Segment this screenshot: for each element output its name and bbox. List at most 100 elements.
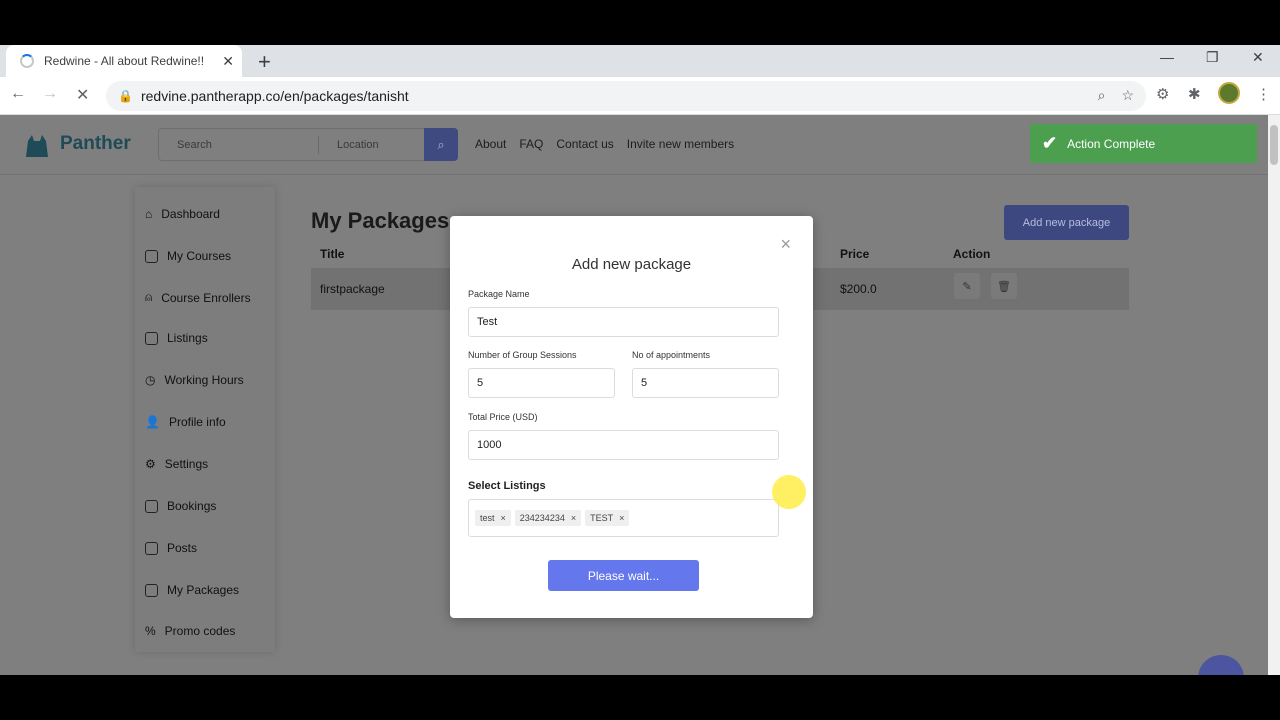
sidebar-item-course-enrollers[interactable]: ⍝ Course Enrollers	[145, 290, 251, 305]
new-tab-button[interactable]: +	[258, 49, 271, 75]
package-name-label: Package Name	[468, 289, 530, 299]
sidebar-item-settings[interactable]: ⚙ Settings	[145, 457, 208, 471]
nav-invite[interactable]: Invite new members	[627, 137, 734, 151]
package-price-cell: $200.0	[840, 282, 877, 296]
sidebar-item-promo-codes[interactable]: % Promo codes	[145, 624, 235, 638]
search-button[interactable]: ⌕	[424, 128, 458, 161]
appointments-input[interactable]: 5	[632, 368, 779, 398]
group-sessions-input[interactable]: 5	[468, 368, 615, 398]
kebab-menu-icon[interactable]: ⋮	[1256, 85, 1271, 103]
clock-icon: ◷	[145, 373, 156, 387]
sidebar-item-bookings[interactable]: Bookings	[145, 499, 216, 513]
panther-cat-icon	[26, 135, 48, 157]
checkmark-icon: ✔	[1042, 133, 1058, 153]
package-name-input[interactable]: Test	[468, 307, 779, 337]
tag-label: test	[480, 513, 495, 523]
nav-about[interactable]: About	[475, 137, 506, 151]
bookmark-star-icon[interactable]: ☆	[1121, 87, 1134, 104]
tag-remove-icon[interactable]: ×	[501, 513, 506, 523]
search-input[interactable]: Search	[159, 135, 319, 154]
clipboard-icon	[145, 499, 158, 513]
location-input[interactable]: Location	[319, 139, 424, 151]
listings-multiselect[interactable]: test × 234234234 × TEST ×	[468, 499, 779, 537]
close-window-icon[interactable]: ✕	[1252, 49, 1264, 66]
sidebar-item-posts[interactable]: Posts	[145, 541, 197, 555]
tag-label: TEST	[590, 513, 614, 523]
top-nav: About FAQ Contact us Invite new members	[475, 137, 734, 151]
sidebar-item-listings[interactable]: Listings	[145, 331, 208, 345]
nav-contact[interactable]: Contact us	[556, 137, 613, 151]
listing-tag: test ×	[475, 510, 511, 526]
success-toast: ✔ Action Complete	[1030, 124, 1257, 163]
play-icon	[145, 249, 158, 263]
sidebar-item-working-hours[interactable]: ◷ Working Hours	[145, 373, 244, 387]
pencil-icon: ✎	[962, 280, 972, 293]
close-icon[interactable]: ×	[780, 234, 791, 255]
home-icon: ⌂	[145, 207, 153, 221]
site-logo[interactable]: Panther	[22, 129, 131, 159]
stop-loading-icon[interactable]: ✕	[76, 85, 89, 105]
sidebar-item-my-packages[interactable]: My Packages	[145, 583, 239, 597]
search-icon: ⌕	[437, 136, 445, 152]
address-bar[interactable]: 🔒 redvine.pantherapp.co/en/packages/tani…	[106, 81, 1146, 111]
minimize-window-icon[interactable]: —	[1160, 49, 1174, 65]
browser-chrome: Redwine - All about Redwine!! ✕ + — ❐ ✕ …	[0, 45, 1280, 115]
video-letterbox-bottom	[0, 675, 1280, 720]
tab-close-icon[interactable]: ✕	[222, 53, 234, 70]
modal-title: Add new package	[571, 256, 692, 273]
column-header-price: Price	[840, 247, 870, 261]
browser-toolbar: ← → ✕ 🔒 redvine.pantherapp.co/en/package…	[0, 77, 1280, 115]
sidebar-item-label: Dashboard	[161, 207, 220, 221]
forward-icon[interactable]: →	[42, 85, 58, 103]
person-icon: 👤	[145, 415, 160, 429]
extension-icon[interactable]: ⚙	[1156, 85, 1169, 103]
sidebar-item-label: Posts	[167, 541, 198, 555]
profile-avatar[interactable]	[1218, 82, 1240, 104]
sidebar-item-label: My Courses	[167, 249, 232, 263]
sidebar-item-dashboard[interactable]: ⌂ Dashboard	[145, 207, 220, 221]
chat-launcher-button[interactable]	[1198, 655, 1244, 675]
tag-remove-icon[interactable]: ×	[619, 513, 624, 523]
user-icon: ⍝	[145, 290, 153, 304]
gear-icon: ⚙	[145, 457, 156, 471]
sidebar-item-label: Listings	[167, 331, 208, 345]
package-title-cell: firstpackage	[320, 282, 385, 296]
sidebar-item-label: Bookings	[167, 499, 217, 513]
add-new-package-button[interactable]: Add new package	[1004, 205, 1129, 240]
add-package-modal: × Add new package Package Name Test Numb…	[450, 216, 813, 618]
back-icon[interactable]: ←	[10, 85, 26, 103]
site-header: Panther Search Location ⌕ About FAQ Cont…	[0, 115, 1268, 175]
scrollbar-thumb[interactable]	[1270, 125, 1278, 165]
zoom-icon[interactable]: ⌕	[1098, 87, 1106, 104]
appointments-label: No of appointments	[632, 350, 711, 360]
video-letterbox-top	[0, 0, 1280, 45]
sidebar-item-profile-info[interactable]: 👤 Profile info	[145, 415, 226, 429]
submit-button[interactable]: Please wait...	[548, 560, 699, 591]
package-icon	[145, 583, 158, 597]
edit-button[interactable]: ✎	[954, 273, 980, 299]
sidebar-item-label: Course Enrollers	[161, 290, 251, 305]
newspaper-icon	[145, 541, 158, 555]
trash-icon: 🗑	[997, 280, 1011, 293]
lock-icon: 🔒	[118, 89, 133, 103]
search-bar: Search Location ⌕	[158, 128, 458, 161]
tab-strip: Redwine - All about Redwine!! ✕ + — ❐ ✕	[0, 45, 1280, 77]
select-listings-label: Select Listings	[468, 480, 546, 492]
restore-window-icon[interactable]: ❐	[1206, 49, 1219, 66]
sidebar-item-my-courses[interactable]: My Courses	[145, 249, 231, 263]
delete-button[interactable]: 🗑	[991, 273, 1017, 299]
listing-tag: TEST ×	[585, 510, 630, 526]
sidebar-item-label: Settings	[164, 457, 209, 471]
logo-text: Panther	[60, 133, 131, 154]
puzzle-extensions-icon[interactable]: ✱	[1188, 85, 1201, 103]
page-scrollbar[interactable]	[1268, 115, 1280, 675]
nav-faq[interactable]: FAQ	[519, 137, 543, 151]
column-header-action: Action	[953, 247, 991, 261]
group-sessions-label: Number of Group Sessions	[468, 350, 577, 360]
tag-remove-icon[interactable]: ×	[571, 513, 576, 523]
sidebar-item-label: Profile info	[168, 415, 226, 429]
browser-tab[interactable]: Redwine - All about Redwine!! ✕	[6, 45, 242, 77]
total-price-input[interactable]: 1000	[468, 430, 779, 460]
sidebar: ⌂ Dashboard My Courses ⍝ Course Enrollers …	[135, 187, 275, 652]
tag-label: 234234234	[519, 513, 565, 523]
